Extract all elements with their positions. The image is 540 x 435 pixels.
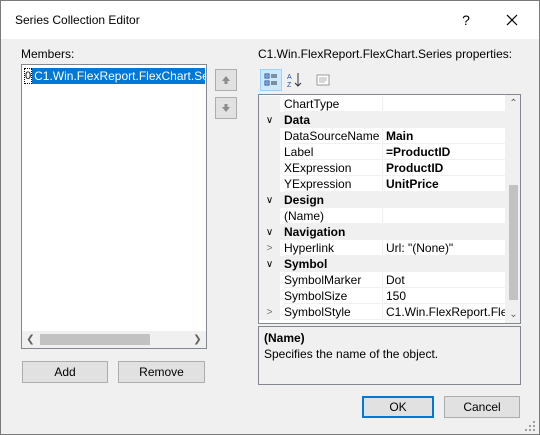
resize-grip-icon[interactable] — [523, 419, 537, 433]
property-row[interactable]: Label =ProductID — [259, 144, 505, 160]
row-gutter — [259, 288, 280, 304]
row-gutter — [259, 208, 280, 224]
scroll-down-icon[interactable]: ⌄ — [505, 306, 520, 323]
property-pages-button[interactable] — [312, 69, 334, 91]
move-down-button[interactable] — [215, 97, 237, 119]
category-name: Design — [284, 193, 325, 207]
property-name: XExpression — [284, 160, 381, 176]
property-row[interactable]: (Name) — [259, 208, 505, 224]
list-item[interactable]: 0 C1.Win.FlexReport.FlexChart.Series — [24, 68, 205, 84]
alphabetical-button[interactable]: A Z — [284, 69, 306, 91]
arrow-up-icon — [222, 76, 230, 84]
category-row[interactable]: ∨ Navigation — [259, 224, 505, 240]
close-icon — [506, 14, 518, 26]
category-row[interactable]: ∨ Symbol — [259, 256, 505, 272]
category-row[interactable]: ∨ Data — [259, 112, 505, 128]
property-pages-icon — [316, 74, 330, 86]
help-title: (Name) — [264, 331, 305, 345]
scroll-up-icon[interactable]: ⌃ — [505, 95, 520, 112]
property-name: SymbolSize — [284, 288, 381, 304]
help-button[interactable]: ? — [449, 5, 483, 35]
property-name: ChartType — [284, 96, 381, 112]
arrow-down-icon — [222, 104, 230, 112]
properties-label: C1.Win.FlexReport.FlexChart.Series prope… — [258, 47, 513, 61]
property-row[interactable]: YExpression UnitPrice — [259, 176, 505, 192]
property-value[interactable]: =ProductID — [382, 144, 505, 160]
expand-chevron-icon[interactable]: > — [259, 240, 280, 256]
help-description: Specifies the name of the object. — [264, 347, 439, 361]
property-grid[interactable]: ChartType ∨ Data DataSourceName Main Label =Pr… — [258, 94, 521, 324]
property-row[interactable]: > Hyperlink Url: "(None)" — [259, 240, 505, 256]
ok-button[interactable]: OK — [362, 396, 434, 418]
property-row[interactable]: >SymbolStyleC1.Win.FlexReport.FlexChart. — [259, 304, 505, 320]
property-name: YExpression — [284, 176, 381, 192]
row-gutter — [259, 272, 280, 288]
property-grid-vertical-scrollbar[interactable]: ⌃ ⌄ — [505, 95, 520, 323]
row-gutter — [259, 176, 280, 192]
member-index: 0 — [24, 68, 33, 84]
scroll-thumb[interactable] — [40, 334, 150, 345]
move-up-button[interactable] — [215, 69, 237, 91]
close-button[interactable] — [495, 5, 529, 35]
property-row[interactable]: DataSourceName Main — [259, 128, 505, 144]
row-gutter — [259, 160, 280, 176]
members-list[interactable]: 0 C1.Win.FlexReport.FlexChart.Series ❮ ❯ — [21, 64, 207, 349]
category-name: Data — [284, 113, 311, 127]
property-name: Hyperlink — [284, 240, 381, 256]
svg-text:A: A — [287, 74, 292, 81]
property-name: DataSourceName — [284, 129, 381, 144]
property-row[interactable]: XExpression ProductID — [259, 160, 505, 176]
title-bar: Series Collection Editor ? — [1, 1, 539, 39]
property-value[interactable]: ProductID — [382, 160, 505, 176]
categorized-button[interactable] — [260, 69, 282, 91]
cancel-button[interactable]: Cancel — [444, 396, 520, 418]
categorized-icon — [264, 73, 277, 86]
sort-az-icon: A Z — [287, 73, 302, 88]
row-gutter — [259, 128, 280, 144]
property-name: (Name) — [284, 208, 381, 224]
collapse-chevron-icon[interactable]: ∨ — [259, 112, 280, 128]
window-title: Series Collection Editor — [15, 13, 140, 27]
collapse-chevron-icon[interactable]: ∨ — [259, 256, 280, 272]
scroll-thumb[interactable] — [509, 185, 518, 300]
expand-chevron-icon[interactable]: > — [259, 304, 280, 320]
member-text: C1.Win.FlexReport.FlexChart.Series — [32, 68, 205, 84]
collapse-chevron-icon[interactable]: ∨ — [259, 192, 280, 208]
property-value[interactable]: UnitPrice — [382, 176, 505, 192]
collapse-chevron-icon[interactable]: ∨ — [259, 224, 280, 240]
members-horizontal-scrollbar[interactable]: ❮ ❯ — [22, 331, 206, 348]
scroll-left-icon[interactable]: ❮ — [22, 331, 39, 348]
row-gutter — [259, 144, 280, 160]
property-value[interactable]: Url: "(None)" — [382, 240, 505, 256]
category-name: Navigation — [284, 225, 346, 239]
property-value[interactable] — [382, 208, 505, 224]
scroll-right-icon[interactable]: ❯ — [189, 331, 206, 348]
property-value[interactable]: Main — [382, 128, 505, 144]
svg-text:Z: Z — [287, 82, 292, 88]
row-gutter — [259, 96, 280, 112]
members-label: Members: — [21, 47, 75, 61]
property-row[interactable]: SymbolMarker Dot — [259, 272, 505, 288]
category-name: Symbol — [284, 257, 328, 271]
category-row[interactable]: ∨ Design — [259, 192, 505, 208]
property-name: Label — [284, 144, 381, 160]
add-button[interactable]: Add — [22, 361, 108, 383]
property-value[interactable]: C1.Win.FlexReport.FlexChart. — [382, 304, 505, 320]
property-row[interactable]: SymbolSize 150 — [259, 288, 505, 304]
property-value[interactable]: Dot — [382, 272, 505, 288]
property-value[interactable] — [382, 96, 505, 112]
property-name: SymbolMarker — [284, 272, 381, 288]
remove-button[interactable]: Remove — [118, 361, 205, 383]
property-help-panel: (Name) Specifies the name of the object. — [258, 326, 521, 385]
property-name: SymbolStyle — [284, 304, 381, 320]
property-row[interactable]: ChartType — [259, 96, 505, 112]
property-value[interactable]: 150 — [382, 288, 505, 304]
series-collection-editor-dialog: Series Collection Editor ? Members: 0 C1… — [0, 0, 540, 435]
